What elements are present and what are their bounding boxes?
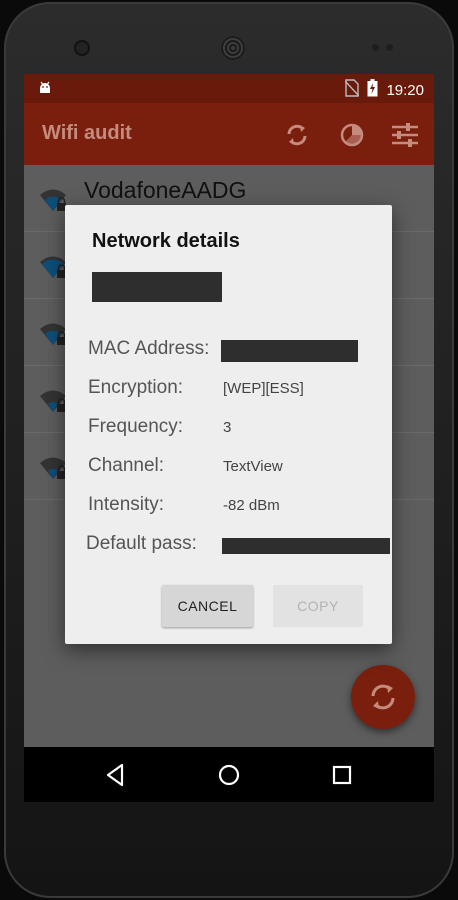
cancel-button[interactable]: CANCEL [162, 585, 253, 627]
navigation-bar [24, 747, 434, 802]
status-time: 19:20 [386, 82, 424, 99]
settings-sliders-icon[interactable] [390, 120, 420, 150]
recents-icon[interactable] [328, 761, 356, 789]
android-debug-icon [37, 80, 53, 96]
dialog-title: Network details [92, 230, 240, 252]
refresh-icon[interactable] [282, 120, 312, 150]
redacted-ssid [92, 272, 222, 302]
home-icon[interactable] [215, 761, 243, 789]
mac-address-label: MAC Address: [88, 338, 210, 359]
battery-charging-icon [367, 79, 378, 102]
wifi-locked-icon [38, 187, 68, 213]
proximity-sensor [372, 44, 379, 51]
wifi-locked-icon [38, 388, 68, 414]
redacted-mac-address [221, 340, 358, 362]
back-icon[interactable] [102, 761, 130, 789]
encryption-value: [WEP][ESS] [223, 380, 304, 397]
frequency-value: 3 [223, 419, 232, 436]
status-bar: 19:20 [24, 74, 434, 103]
frequency-label: Frequency: [88, 416, 184, 437]
refresh-icon [371, 684, 395, 710]
wifi-locked-icon [38, 455, 68, 481]
network-ssid: VodafoneAADG [84, 177, 247, 203]
wifi-locked-icon [38, 321, 68, 347]
refresh-fab[interactable] [351, 665, 415, 729]
intensity-label: Intensity: [88, 494, 165, 515]
copy-button[interactable]: COPY [273, 585, 363, 627]
wifi-locked-icon [38, 254, 68, 280]
channel-label: Channel: [88, 455, 165, 476]
encryption-label: Encryption: [88, 377, 184, 398]
no-sim-icon [344, 79, 360, 102]
earpiece-speaker [221, 36, 245, 60]
app-title: Wifi audit [42, 122, 132, 144]
network-details-dialog: Network details MAC Address: Encryption:… [65, 205, 392, 644]
light-sensor [386, 44, 393, 51]
intensity-value: -82 dBm [223, 497, 280, 514]
channel-value: TextView [223, 458, 283, 475]
app-bar: Wifi audit [24, 103, 434, 165]
front-camera [76, 42, 88, 54]
pie-chart-icon[interactable] [337, 120, 367, 150]
default-pass-label: Default pass: [86, 533, 197, 554]
redacted-default-pass [222, 538, 390, 554]
